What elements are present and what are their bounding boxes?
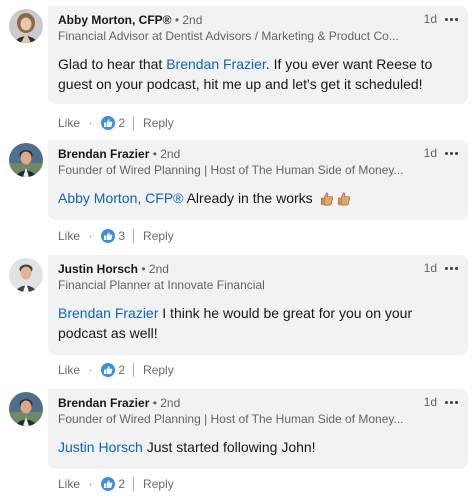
comment-text: Justin Horsch Just started following Joh… — [58, 437, 458, 457]
timestamp: 1d — [423, 261, 437, 275]
divider — [133, 229, 135, 243]
more-horizontal-icon[interactable] — [445, 12, 458, 26]
comment-text-body: Just started following John! — [142, 439, 316, 455]
more-horizontal-icon[interactable] — [445, 261, 458, 275]
mention-link[interactable]: Brendan Frazier — [166, 56, 266, 72]
connection-degree: • 2nd — [152, 396, 181, 410]
timestamp: 1d — [423, 146, 437, 160]
like-reaction-icon[interactable] — [101, 477, 116, 491]
separator-dot: · — [89, 117, 93, 129]
reaction-count[interactable]: 2 — [118, 477, 125, 491]
divider — [133, 363, 135, 377]
reply-button[interactable]: Reply — [143, 116, 174, 130]
comment-bubble: Brendan Frazier • 2nd Founder of Wired P… — [48, 389, 468, 469]
reaction-count[interactable]: 2 — [118, 363, 125, 377]
comment-text-body: Already in the works — [183, 190, 313, 206]
like-button[interactable]: Like — [58, 229, 80, 243]
like-reaction-icon[interactable] — [101, 116, 116, 130]
like-reaction-icon[interactable] — [101, 363, 116, 377]
thumbs-up-icon — [336, 191, 351, 211]
author-name[interactable]: Brendan Frazier — [58, 147, 149, 161]
comment-actions: Like · 2 Reply — [58, 476, 174, 492]
author-headline: Founder of Wired Planning | Host of The … — [58, 163, 403, 177]
author-headline: Financial Planner at Innovate Financial — [58, 278, 265, 292]
comment-actions: Like · 2 Reply — [58, 362, 174, 378]
more-horizontal-icon[interactable] — [445, 146, 458, 160]
reaction-count[interactable]: 2 — [118, 116, 125, 130]
divider — [133, 116, 135, 130]
comment-text: Abby Morton, CFP® Already in the works — [58, 188, 458, 211]
comment-bubble: Justin Horsch • 2nd Financial Planner at… — [48, 255, 468, 355]
comment-actions: Like · 3 Reply — [58, 228, 174, 244]
comment-bubble: Abby Morton, CFP® • 2nd Financial Adviso… — [48, 6, 468, 104]
avatar[interactable] — [9, 9, 43, 43]
connection-degree: • 2nd — [174, 13, 203, 27]
author-name[interactable]: Abby Morton, CFP® — [58, 13, 172, 27]
author-headline: Founder of Wired Planning | Host of The … — [58, 412, 403, 426]
mention-link[interactable]: Justin Horsch — [58, 439, 143, 455]
author-name[interactable]: Brendan Frazier — [58, 396, 149, 410]
avatar[interactable] — [9, 392, 43, 426]
like-reaction-icon[interactable] — [101, 229, 116, 243]
like-button[interactable]: Like — [58, 363, 80, 377]
like-button[interactable]: Like — [58, 116, 80, 130]
divider — [133, 477, 135, 491]
comment-bubble: Brendan Frazier • 2nd Founder of Wired P… — [48, 140, 468, 220]
connection-degree: • 2nd — [152, 147, 181, 161]
comment-text: Glad to hear that Brendan Frazier. If yo… — [58, 54, 458, 94]
comment-text: Brendan Frazier I think he would be grea… — [58, 303, 458, 343]
reply-button[interactable]: Reply — [143, 363, 174, 377]
separator-dot: · — [89, 364, 93, 376]
avatar[interactable] — [9, 258, 43, 292]
avatar[interactable] — [9, 143, 43, 177]
reply-button[interactable]: Reply — [143, 477, 174, 491]
connection-degree: • 2nd — [141, 262, 169, 276]
more-horizontal-icon[interactable] — [445, 395, 458, 409]
reaction-count[interactable]: 3 — [118, 229, 125, 243]
timestamp: 1d — [423, 395, 437, 409]
author-headline: Financial Advisor at Dentist Advisors / … — [58, 29, 399, 43]
thumbs-up-icon — [319, 191, 334, 211]
mention-link[interactable]: Abby Morton, CFP® — [58, 190, 183, 206]
author-name[interactable]: Justin Horsch — [58, 262, 138, 276]
like-button[interactable]: Like — [58, 477, 80, 491]
separator-dot: · — [89, 478, 93, 490]
comment-text-prefix: Glad to hear that — [58, 56, 167, 72]
comment-actions: Like · 2 Reply — [58, 115, 174, 131]
timestamp: 1d — [423, 12, 437, 26]
mention-link[interactable]: Brendan Frazier — [58, 305, 158, 321]
separator-dot: · — [89, 230, 93, 242]
reply-button[interactable]: Reply — [143, 229, 174, 243]
